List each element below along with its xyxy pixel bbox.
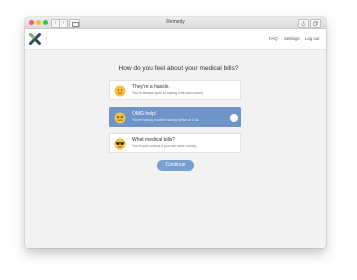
continue-button[interactable]: Continue [157,160,194,171]
nav-settings-link[interactable]: Settings [284,36,300,41]
nav-faq-link[interactable]: FAQ [269,36,278,41]
sunglasses-face-icon [114,138,126,150]
tabs-overview-button[interactable] [310,19,321,28]
confounded-face-icon [114,112,126,124]
neutral-face-icon [114,85,126,97]
title-bar: ‹ › Remedy [25,17,326,29]
option-subtitle: You're having trouble making sense of it… [132,118,200,122]
checkmark-icon [230,114,238,126]
option-subtitle: You're always open to saving time and mo… [132,91,204,95]
option-title: What medical bills? [132,137,176,143]
share-button[interactable] [298,19,309,28]
option-omg-help[interactable]: OMG help! You're having trouble making s… [109,107,241,127]
nav-logout-link[interactable]: Log out [305,36,319,41]
share-icon [301,21,306,26]
app-header: FAQ Settings Log out [25,29,326,50]
page-question: How do you feel about your medical bills… [118,65,239,72]
option-hassle[interactable]: They're a hassle. You're always open to … [109,80,241,100]
option-title: They're a hassle. [132,84,170,90]
remedy-x-logo[interactable] [29,33,41,45]
option-subtitle: You're just curious if you can save mone… [132,144,197,148]
header-divider [46,33,47,45]
window-title: Remedy [166,19,185,25]
tabs-icon [313,21,318,26]
option-title: OMG help! [132,111,157,117]
option-what-bills[interactable]: What medical bills? You're just curious … [109,133,241,153]
